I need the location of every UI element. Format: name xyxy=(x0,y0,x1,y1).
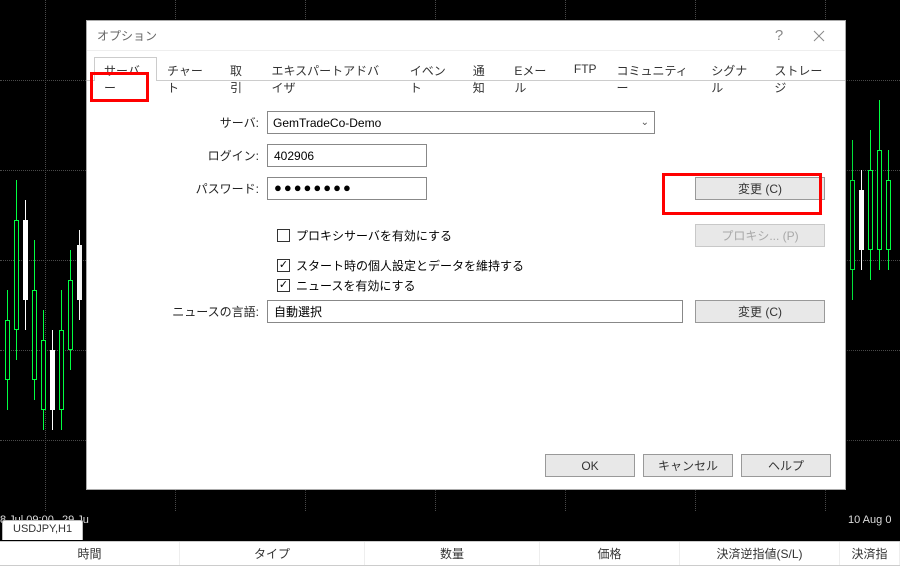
server-label: サーバ: xyxy=(107,114,267,131)
tab-expert[interactable]: エキスパートアドバイザ xyxy=(262,57,400,80)
th-qty[interactable]: 数量 xyxy=(365,542,540,565)
options-dialog: オプション ? サーバー チャート 取引 エキスパートアドバイザ イベント 通知… xyxy=(86,20,846,490)
help-icon[interactable]: ? xyxy=(759,21,799,51)
tab-ftp[interactable]: FTP xyxy=(564,57,607,80)
server-form: サーバ: GemTradeCo-Demo ⌄ ログイン: パスワード: ●●●●… xyxy=(87,81,845,323)
th-tp[interactable]: 決済指 xyxy=(840,542,900,565)
server-value: GemTradeCo-Demo xyxy=(273,116,381,130)
login-input[interactable] xyxy=(267,144,427,167)
close-icon[interactable] xyxy=(799,21,839,51)
keep-settings-checkbox[interactable]: ✓ xyxy=(277,259,290,272)
news-checkbox[interactable]: ✓ xyxy=(277,279,290,292)
th-sl[interactable]: 決済逆指値(S/L) xyxy=(680,542,840,565)
dialog-button-row: OK キャンセル ヘルプ xyxy=(545,454,831,477)
proxy-checkbox[interactable] xyxy=(277,229,290,242)
tab-community[interactable]: コミュニティー xyxy=(607,57,702,80)
tab-chart[interactable]: チャート xyxy=(157,57,220,80)
ok-button[interactable]: OK xyxy=(545,454,635,477)
tab-notify[interactable]: 通知 xyxy=(463,57,505,80)
dialog-titlebar: オプション ? xyxy=(87,21,845,51)
blank-area xyxy=(0,566,900,586)
login-label: ログイン: xyxy=(107,147,267,164)
change-lang-button[interactable]: 変更 (C) xyxy=(695,300,825,323)
x-axis-label: 10 Aug 0 xyxy=(848,514,891,526)
th-type[interactable]: タイプ xyxy=(180,542,365,565)
news-label: ニュースを有効にする xyxy=(296,277,416,294)
server-select[interactable]: GemTradeCo-Demo ⌄ xyxy=(267,111,655,134)
dialog-tabs: サーバー チャート 取引 エキスパートアドバイザ イベント 通知 Eメール FT… xyxy=(87,51,845,81)
dialog-title: オプション xyxy=(93,27,759,44)
tab-server[interactable]: サーバー xyxy=(94,57,157,80)
password-input[interactable]: ●●●●●●●● xyxy=(267,177,427,200)
proxy-label: プロキシサーバを有効にする xyxy=(296,227,695,244)
tab-email[interactable]: Eメール xyxy=(504,57,564,80)
tab-trade[interactable]: 取引 xyxy=(220,57,262,80)
news-lang-input[interactable] xyxy=(267,300,683,323)
tab-storage[interactable]: ストレージ xyxy=(764,57,838,80)
keep-settings-label: スタート時の個人設定とデータを維持する xyxy=(296,257,524,274)
news-lang-label: ニュースの言語: xyxy=(107,303,267,320)
change-password-button[interactable]: 変更 (C) xyxy=(695,177,825,200)
tab-event[interactable]: イベント xyxy=(400,57,463,80)
chevron-down-icon: ⌄ xyxy=(641,117,649,128)
tab-signal[interactable]: シグナル xyxy=(701,57,764,80)
proxy-button: プロキシ... (P) xyxy=(695,224,825,247)
th-time[interactable]: 時間 xyxy=(0,542,180,565)
help-button[interactable]: ヘルプ xyxy=(741,454,831,477)
password-label: パスワード: xyxy=(107,180,267,197)
cancel-button[interactable]: キャンセル xyxy=(643,454,733,477)
chart-tab[interactable]: USDJPY,H1 xyxy=(2,520,83,540)
trade-table-header: 時間 タイプ 数量 価格 決済逆指値(S/L) 決済指 xyxy=(0,541,900,566)
th-price[interactable]: 価格 xyxy=(540,542,680,565)
